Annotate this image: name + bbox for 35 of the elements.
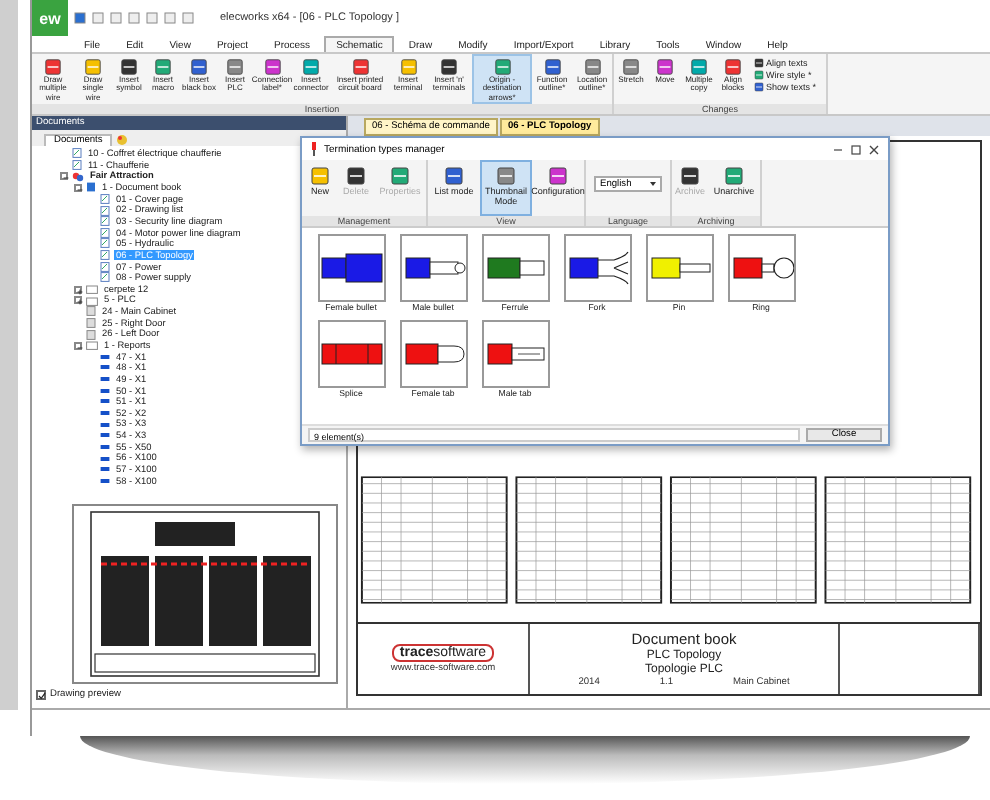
collapse-toggle[interactable] bbox=[60, 172, 68, 181]
app-logo: ew bbox=[32, 0, 68, 36]
collapse-toggle[interactable] bbox=[74, 341, 82, 350]
thumbnail[interactable] bbox=[481, 234, 549, 302]
tool-icon bbox=[680, 166, 700, 186]
tool-icon bbox=[496, 166, 516, 186]
thumbnail[interactable] bbox=[317, 234, 385, 302]
collapse-toggle[interactable] bbox=[74, 183, 82, 192]
project-icon bbox=[72, 171, 84, 182]
thumbnail[interactable] bbox=[399, 320, 467, 388]
tool-icon bbox=[346, 166, 366, 186]
book-icon bbox=[86, 182, 96, 193]
thumbnail[interactable] bbox=[645, 234, 713, 302]
tool-icon bbox=[493, 58, 511, 76]
caret-icon bbox=[650, 182, 656, 186]
connector-icon bbox=[310, 142, 318, 156]
expand-toggle[interactable] bbox=[74, 296, 82, 305]
thumbnail[interactable] bbox=[563, 234, 631, 302]
command-field[interactable] bbox=[32, 708, 990, 736]
checkbox[interactable] bbox=[36, 690, 46, 700]
close-icon[interactable] bbox=[868, 143, 880, 155]
expand-toggle[interactable] bbox=[74, 285, 82, 293]
thumbnail[interactable] bbox=[481, 320, 549, 388]
thumbnail[interactable] bbox=[727, 234, 795, 302]
tool-icon bbox=[390, 166, 410, 186]
palette-icon[interactable] bbox=[116, 134, 129, 146]
thumbnail[interactable] bbox=[317, 320, 385, 388]
tool-icon bbox=[444, 166, 464, 186]
tool-icon bbox=[724, 166, 744, 186]
minimize-icon[interactable] bbox=[832, 143, 844, 155]
thumbnail[interactable] bbox=[399, 234, 467, 302]
maximize-icon[interactable] bbox=[850, 143, 862, 155]
tool-icon bbox=[548, 166, 568, 186]
folder-icon bbox=[86, 340, 98, 351]
tool-icon bbox=[310, 166, 330, 186]
